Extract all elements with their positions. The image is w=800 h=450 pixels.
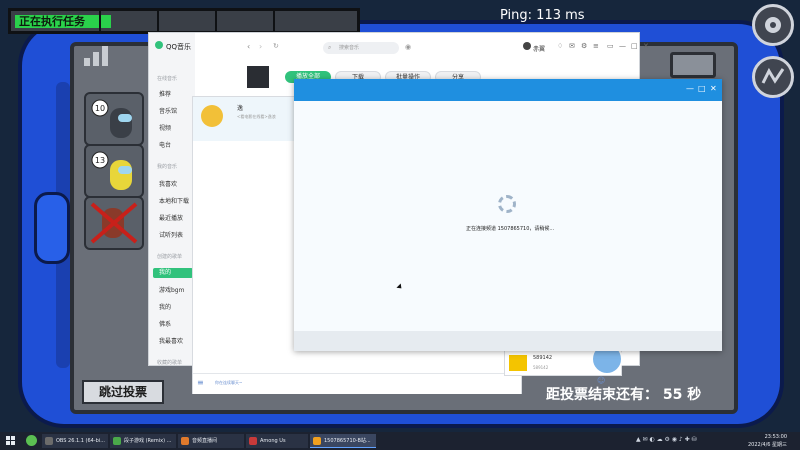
room-id: 589142 bbox=[533, 355, 553, 361]
progress-divider bbox=[273, 11, 275, 31]
player-level: 13 bbox=[95, 156, 105, 165]
emoji-icon[interactable]: ☺ bbox=[597, 376, 605, 385]
qq-top-bar: ‹ › ↻ ⌕ 搜索音乐 ◉ 赤翼 ♢ ✉ ⚙ ≡ ▭ — □ ✕ bbox=[195, 33, 649, 59]
sidebar-item-recent[interactable]: 最近播放 bbox=[159, 213, 183, 222]
back-icon[interactable]: ‹ bbox=[247, 42, 250, 51]
sidebar-item-local[interactable]: 本地和下载 bbox=[159, 196, 189, 205]
sidebar-item-music-hall[interactable]: 音乐馆 bbox=[159, 106, 177, 115]
settings-gear-icon[interactable] bbox=[752, 4, 794, 46]
close-icon[interactable]: ✕ bbox=[710, 84, 717, 93]
task-progress-bar: 正在执行任务 bbox=[8, 8, 360, 34]
search-input[interactable]: ⌕ 搜索音乐 bbox=[323, 42, 399, 54]
task-progress-label: 正在执行任务 bbox=[19, 15, 85, 28]
chat-hint: 你在连续聊天~ bbox=[215, 380, 243, 385]
sidebar-item-playlist[interactable]: 我最喜欢 bbox=[159, 336, 183, 345]
contact-item[interactable]: 逸 <看电影在线看>逸浪 bbox=[193, 97, 297, 141]
sidebar-item-trial-list[interactable]: 试听列表 bbox=[159, 230, 183, 239]
sidebar-item-liked[interactable]: 我喜欢 bbox=[159, 179, 177, 188]
taskbar-item-channel[interactable]: 1507865710-B站... bbox=[310, 434, 376, 448]
mini-mode-icon[interactable]: ▭ bbox=[607, 42, 614, 50]
loading-message: 正在连接频道 1507865710，请稍候... bbox=[466, 226, 555, 232]
menu-icon[interactable]: ≡ bbox=[593, 42, 599, 50]
progress-divider bbox=[157, 11, 159, 31]
room-mini-card[interactable]: 589142 589142 bbox=[504, 343, 623, 376]
chat-input-bar[interactable]: ≡ 你在连续聊天~ ☺ bbox=[193, 373, 605, 394]
refresh-icon[interactable]: ↻ bbox=[273, 42, 279, 50]
windows-start-icon[interactable] bbox=[6, 436, 16, 446]
contact-name: 逸 bbox=[237, 105, 244, 112]
forward-icon[interactable]: › bbox=[259, 42, 262, 51]
sidebar-section-collected: 收藏的歌单 bbox=[157, 360, 183, 366]
obs-icon bbox=[45, 437, 53, 445]
dialog-titlebar: — □ ✕ bbox=[294, 79, 722, 101]
mic-icon[interactable]: ◉ bbox=[405, 43, 411, 51]
maximize-icon[interactable]: □ bbox=[631, 42, 638, 50]
tablet-side-button bbox=[34, 192, 70, 264]
loading-spinner-icon bbox=[498, 195, 516, 213]
dialog-body bbox=[294, 101, 722, 331]
player-card[interactable]: 13 bbox=[84, 144, 144, 198]
contact-status: <看电影在线看>逸浪 bbox=[237, 114, 276, 119]
search-placeholder: 搜索音乐 bbox=[339, 45, 360, 51]
qq-logo: QQ音乐 bbox=[155, 41, 191, 52]
sidebar-section-created: 创建的歌单 bbox=[157, 254, 183, 260]
skin-icon[interactable]: ✉ bbox=[569, 42, 575, 50]
loading-dialog: — □ ✕ 正在连接频道 1507865710，请稍候... bbox=[294, 79, 722, 351]
sidebar-item-recommend[interactable]: 推荐 bbox=[159, 89, 171, 98]
progress-divider bbox=[99, 11, 101, 31]
signal-icon bbox=[84, 46, 108, 66]
sidebar-item-playlist[interactable]: 佛系 bbox=[159, 319, 171, 328]
username: 赤翼 bbox=[533, 46, 546, 53]
taskbar-item-among-us[interactable]: Among Us bbox=[246, 434, 308, 448]
close-icon[interactable]: ✕ bbox=[643, 42, 649, 50]
room-sub: 589142 bbox=[533, 365, 549, 370]
chrome-icon bbox=[181, 437, 189, 445]
game-icon bbox=[113, 437, 121, 445]
settings-icon[interactable]: ⚙ bbox=[581, 42, 587, 50]
sidebar-item-playlist[interactable]: 游戏bgm bbox=[159, 285, 184, 294]
channel-icon bbox=[313, 437, 321, 445]
skip-vote-button[interactable]: 跳过投票 bbox=[82, 380, 164, 404]
sidebar-item-video[interactable]: 视频 bbox=[159, 123, 171, 132]
taskbar-item-audio[interactable]: 音频直播间 bbox=[178, 434, 244, 448]
map-icon[interactable] bbox=[752, 56, 794, 98]
avatar bbox=[201, 105, 223, 127]
clock-time: 23:53:00 bbox=[764, 434, 788, 440]
maximize-icon[interactable]: □ bbox=[698, 84, 706, 93]
clock[interactable]: 23:53:00 2022/4/6 星期三 bbox=[748, 433, 787, 449]
windows-taskbar: OBS 26.1.1 (64-bi... 段子游戏 (Remix) ... 音频… bbox=[0, 432, 800, 450]
minimize-icon[interactable]: — bbox=[686, 84, 694, 93]
vote-timer: 距投票结束还有： 55 秒 bbox=[546, 387, 702, 403]
search-icon: ⌕ bbox=[328, 44, 332, 51]
sidebar-item-radio[interactable]: 电台 bbox=[159, 140, 171, 149]
sidebar-section-mine: 我的音乐 bbox=[157, 164, 178, 170]
vip-icon[interactable]: ♢ bbox=[557, 42, 563, 50]
user-avatar[interactable] bbox=[523, 42, 531, 50]
sidebar-section-online: 在线音乐 bbox=[157, 76, 178, 82]
among-us-icon bbox=[249, 437, 257, 445]
app-icon[interactable] bbox=[26, 435, 37, 446]
player-card[interactable]: 10 bbox=[84, 92, 144, 146]
taskbar-item-game[interactable]: 段子游戏 (Remix) ... bbox=[110, 434, 176, 448]
minimize-icon[interactable]: — bbox=[619, 42, 626, 50]
menu-icon[interactable]: ≡ bbox=[197, 378, 204, 387]
sidebar-item-playlist[interactable]: 我的 bbox=[159, 302, 171, 311]
dialog-footer bbox=[294, 331, 722, 351]
battery-icon bbox=[670, 52, 716, 78]
house-icon bbox=[509, 355, 527, 371]
system-tray[interactable]: ▲ ✉ ◐ ☁ ⚙ ◉ ♪ ✚ ⛁ bbox=[636, 436, 697, 443]
clock-date: 2022/4/6 星期三 bbox=[748, 442, 788, 448]
qq-sidebar: QQ音乐 在线音乐 推荐 音乐馆 视频 电台 我的音乐 我喜欢 本地和下载 最近… bbox=[149, 33, 195, 366]
player-card-dead bbox=[84, 196, 144, 250]
taskbar-item-obs[interactable]: OBS 26.1.1 (64-bi... bbox=[42, 434, 108, 448]
playlist-cover bbox=[247, 66, 269, 88]
sidebar-item-playlist-active[interactable]: 我的 bbox=[153, 268, 193, 278]
ping-readout: Ping: 113 ms bbox=[500, 8, 585, 23]
player-level: 10 bbox=[95, 104, 105, 113]
progress-divider bbox=[215, 11, 217, 31]
